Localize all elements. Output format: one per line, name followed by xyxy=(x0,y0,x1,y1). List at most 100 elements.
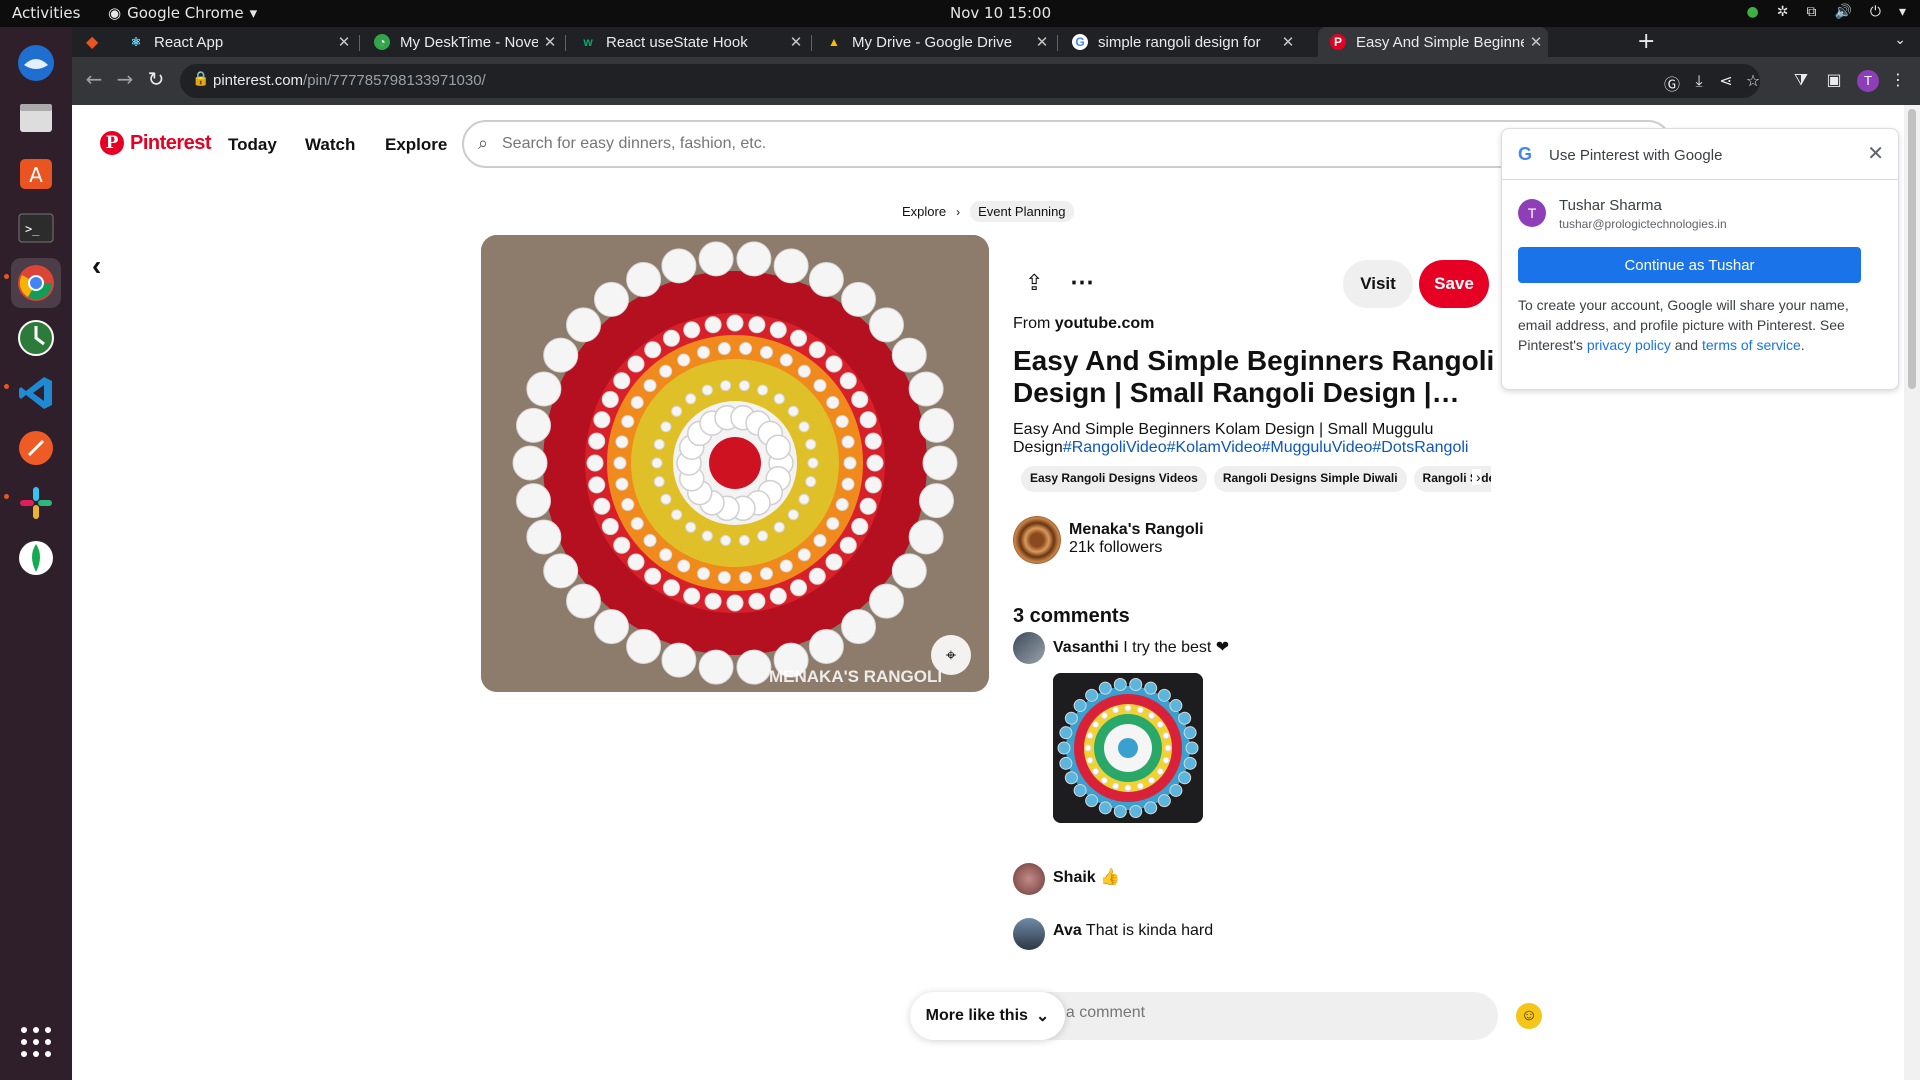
desktime-icon[interactable] xyxy=(11,313,61,363)
close-tab-icon[interactable]: ✕ xyxy=(332,33,356,51)
tab-react-app[interactable]: ⚛ React App ✕ xyxy=(116,27,356,57)
mongodb-compass-icon[interactable] xyxy=(11,533,61,583)
close-tab-icon[interactable]: ✕ xyxy=(1030,33,1054,51)
vscode-icon[interactable] xyxy=(11,368,61,418)
app-menu[interactable]: ◉ Google Chrome ▾ xyxy=(108,4,257,22)
related-chip[interactable]: Easy Rangoli Designs Videos xyxy=(1021,466,1207,492)
volume-icon[interactable]: 🔊 xyxy=(1834,4,1851,20)
save-button[interactable]: Save xyxy=(1419,260,1489,308)
comment-input[interactable] xyxy=(1033,1004,1413,1022)
close-icon[interactable]: ✕ xyxy=(1867,141,1884,166)
bookmark-star-icon[interactable]: ☆ xyxy=(1742,71,1764,90)
visit-button[interactable]: Visit xyxy=(1343,260,1413,308)
divider xyxy=(1502,179,1898,180)
pin-hashtags[interactable]: #RangoliVideo#KolamVideo#MugguluVideo#Do… xyxy=(1063,439,1469,456)
continue-as-button[interactable]: Continue as Tushar xyxy=(1518,247,1861,283)
pinterest-favicon-icon: P xyxy=(1330,34,1346,50)
side-panel-icon[interactable]: ▣ xyxy=(1823,70,1845,89)
close-tab-icon[interactable]: ✕ xyxy=(1524,33,1548,51)
slack-icon[interactable] xyxy=(11,478,61,528)
thunderbird-icon[interactable] xyxy=(11,38,61,88)
chevron-down-icon[interactable]: ▾ xyxy=(1899,4,1906,20)
pinterest-logo[interactable]: P Pinterest xyxy=(100,131,212,155)
terminal-icon[interactable]: >_ xyxy=(11,203,61,253)
emoji-icon[interactable]: ☺ xyxy=(1516,1003,1542,1029)
avatar[interactable] xyxy=(1013,918,1045,950)
activities-button[interactable]: Activities xyxy=(12,4,80,22)
terms-of-service-link[interactable]: terms of service xyxy=(1702,337,1801,353)
chevron-down-icon: ⌄ xyxy=(1035,1008,1050,1025)
nav-explore[interactable]: Explore xyxy=(385,135,447,155)
creator-name[interactable]: Menaka's Rangoli xyxy=(1069,521,1204,539)
google-lens-icon[interactable]: Ⓖ xyxy=(1661,71,1683,95)
profile-avatar[interactable]: T xyxy=(1857,70,1879,92)
url-text[interactable]: pinterest.com/pin/777785798133971030/ xyxy=(213,72,486,89)
tab-desktime[interactable]: ◔ My DeskTime - November ✕ xyxy=(362,27,562,57)
tab-pinterest-active[interactable]: P Easy And Simple Beginne ✕ xyxy=(1318,27,1548,57)
dock: A >_ xyxy=(0,27,72,1080)
show-apps-icon[interactable] xyxy=(11,1017,61,1067)
address-bar[interactable]: 🔒 pinterest.com/pin/777785798133971030/ … xyxy=(180,64,1760,98)
files-icon[interactable] xyxy=(11,93,61,143)
close-tab-icon[interactable]: ✕ xyxy=(1276,33,1300,51)
privacy-policy-link[interactable]: privacy policy xyxy=(1587,337,1671,353)
pin-source-domain[interactable]: youtube.com xyxy=(1055,315,1155,332)
page-scrollbar[interactable] xyxy=(1904,105,1920,1080)
comment-box[interactable] xyxy=(1013,992,1498,1040)
close-tab-icon[interactable]: ✕ xyxy=(784,33,808,51)
share-icon[interactable]: ⋖ xyxy=(1715,71,1737,90)
tab-search-icon[interactable]: ◆ xyxy=(86,32,98,51)
visual-search-icon[interactable]: ⌖ xyxy=(931,635,971,675)
more-options-icon[interactable]: ⋯ xyxy=(1070,268,1094,297)
breadcrumb-explore[interactable]: Explore xyxy=(902,204,946,219)
pinterest-logo-icon: P xyxy=(100,131,124,155)
search-bar[interactable]: ⌕ xyxy=(462,120,1672,168)
chrome-icon[interactable] xyxy=(11,258,61,308)
search-input[interactable] xyxy=(502,131,1502,157)
tab-google-search[interactable]: G simple rangoli design for ✕ xyxy=(1060,27,1300,57)
scrollbar-thumb[interactable] xyxy=(1908,109,1916,389)
w3schools-favicon-icon: w xyxy=(583,35,593,49)
forward-icon[interactable]: → xyxy=(112,67,138,91)
tab-react-usestate[interactable]: w React useState Hook ✕ xyxy=(568,27,808,57)
software-center-icon[interactable]: A xyxy=(11,148,61,198)
avatar[interactable] xyxy=(1013,863,1045,895)
network-icon[interactable]: ⧉ xyxy=(1806,4,1816,20)
close-tab-icon[interactable]: ✕ xyxy=(538,33,562,51)
comments-heading[interactable]: 3 comments xyxy=(1013,605,1130,628)
settings-tray-icon[interactable]: ✲ xyxy=(1777,4,1789,20)
share-pin-icon[interactable]: ⇪ xyxy=(1025,270,1043,296)
postman-icon[interactable] xyxy=(11,423,61,473)
related-chip[interactable]: Rangoli Designs Simple Diwali xyxy=(1213,466,1407,492)
clock[interactable]: Nov 10 15:00 xyxy=(950,4,1051,22)
comment-author[interactable]: Vasanthi xyxy=(1053,639,1119,656)
pin-source[interactable]: From youtube.com xyxy=(1013,315,1154,333)
install-icon[interactable]: ⤓ xyxy=(1688,71,1710,91)
tab-title: My Drive - Google Drive xyxy=(852,33,1013,51)
back-arrow-icon[interactable]: ‹ xyxy=(92,250,101,282)
reload-icon[interactable]: ↻ xyxy=(143,67,169,91)
avatar[interactable] xyxy=(1013,632,1045,664)
running-indicator xyxy=(4,274,9,279)
pin-image[interactable] xyxy=(481,235,989,692)
chevron-right-icon[interactable]: › xyxy=(1472,469,1481,485)
nav-today[interactable]: Today xyxy=(228,135,277,155)
comment-photo[interactable] xyxy=(1053,673,1203,823)
more-like-this-button[interactable]: More like this ⌄ xyxy=(910,992,1065,1040)
comment-author[interactable]: Shaik xyxy=(1053,869,1096,886)
chrome-menu-icon[interactable]: ⋮ xyxy=(1887,70,1909,89)
nav-watch[interactable]: Watch xyxy=(305,135,355,155)
tab-list-chevron-icon[interactable]: ⌄ xyxy=(1894,32,1906,48)
comment-item: Shaik 👍 xyxy=(1053,867,1120,887)
comment-author[interactable]: Ava xyxy=(1053,922,1082,939)
system-tray[interactable]: ● ✲ ⧉ 🔊 ⏻ ▾ xyxy=(1747,4,1907,20)
creator-avatar[interactable] xyxy=(1013,516,1061,564)
breadcrumb-event-planning[interactable]: Event Planning xyxy=(970,201,1074,222)
back-icon[interactable]: ← xyxy=(81,67,107,91)
new-tab-icon[interactable]: + xyxy=(1637,29,1655,54)
power-icon[interactable]: ⏻ xyxy=(1870,4,1881,20)
lock-icon[interactable]: 🔒 xyxy=(192,71,209,87)
tab-google-drive[interactable]: ▲ My Drive - Google Drive ✕ xyxy=(814,27,1054,57)
update-icon[interactable]: ● xyxy=(1747,4,1759,20)
extensions-icon[interactable]: ⧩ xyxy=(1790,70,1812,90)
